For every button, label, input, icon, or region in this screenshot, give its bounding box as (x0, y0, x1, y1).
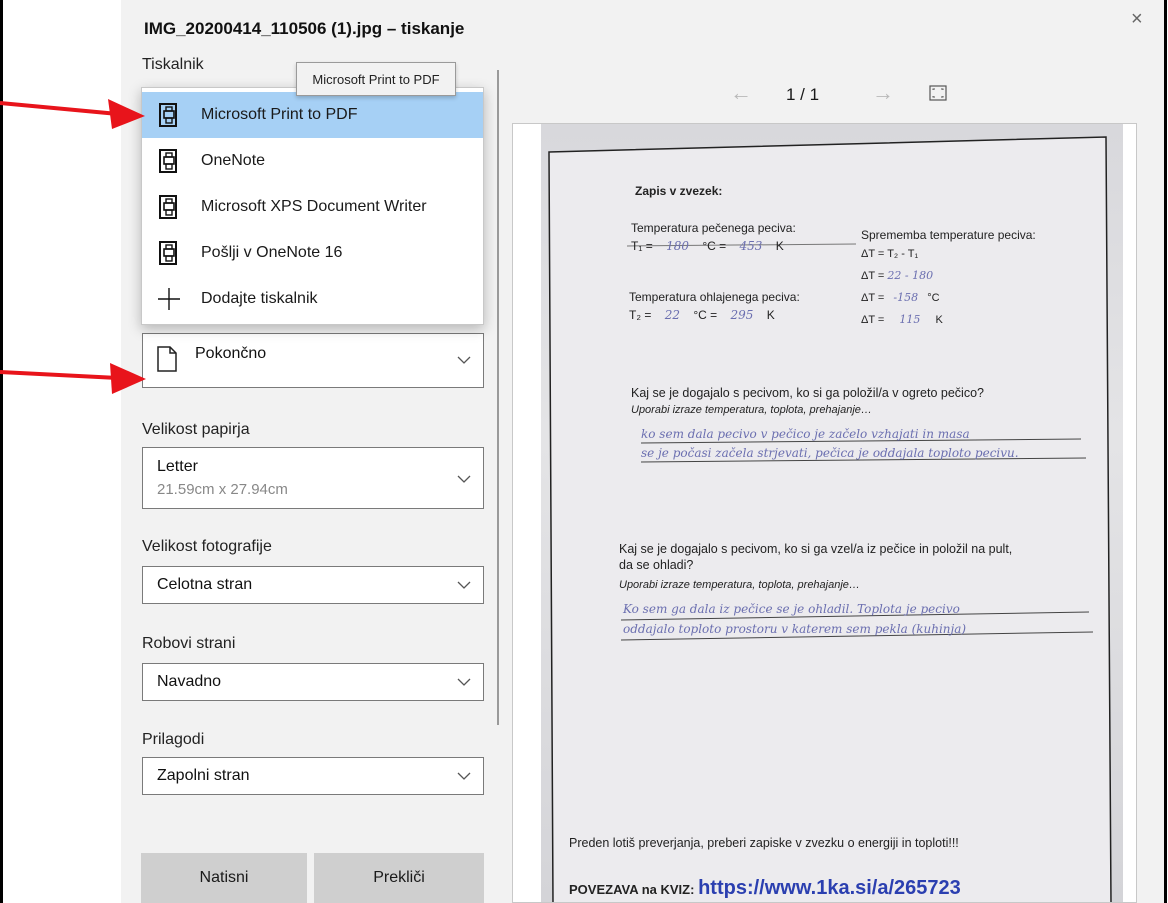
printer-option-label: Pošlji v OneNote 16 (201, 244, 343, 261)
printer-option-label: Microsoft XPS Document Writer (201, 198, 427, 215)
doc-dt-line1: ΔT = 22 - 180 (861, 269, 934, 282)
printer-icon (155, 147, 183, 175)
printer-option-xps-writer[interactable]: Microsoft XPS Document Writer (142, 184, 483, 230)
close-icon[interactable]: × (1131, 8, 1143, 31)
chevron-down-icon (457, 353, 471, 367)
doc-answer-2-line-2: oddajalo toploto prostoru v katerem sem … (623, 622, 967, 636)
printer-option-onenote[interactable]: OneNote (142, 138, 483, 184)
paper-size-dimensions: 21.59cm x 27.94cm (157, 481, 288, 498)
fit-value: Zapolni stran (157, 767, 250, 784)
printer-icon (155, 239, 183, 267)
doc-quiz-link: POVEZAVA na KVIZ: https://www.1ka.si/a/2… (569, 877, 961, 899)
doc-t2-label: Temperatura ohlajenega peciva: (629, 290, 800, 304)
settings-scrollbar[interactable] (497, 70, 499, 725)
right-border (1164, 0, 1167, 903)
chevron-down-icon (457, 769, 471, 783)
paper-size-label: Velikost papirja (142, 421, 250, 438)
printer-option-label: Microsoft Print to PDF (201, 106, 358, 123)
doc-answer-1-line-1: ko sem dala pecivo v pečico je začelo vz… (641, 427, 970, 441)
doc-question-2-line-2: da se ohladi? (619, 558, 694, 572)
margins-value: Navadno (157, 673, 222, 690)
photo-size-label: Velikost fotografije (142, 538, 272, 555)
doc-change-label: Sprememba temperature peciva: (861, 228, 1036, 242)
add-printer-option[interactable]: Dodajte tiskalnik (142, 276, 483, 322)
doc-heading: Zapis v zvezek: (635, 184, 723, 198)
chevron-down-icon (457, 472, 471, 486)
printer-label: Tiskalnik (142, 56, 204, 73)
doc-footer-note: Preden lotiš preverjanja, preberi zapisk… (569, 836, 959, 850)
document-photo: Zapis v zvezek: Temperatura pečenega pec… (541, 124, 1123, 902)
doc-hint-2: Uporabi izraze temperatura, toplota, pre… (619, 579, 860, 591)
print-button[interactable]: Natisni (141, 853, 307, 903)
printer-icon (155, 193, 183, 221)
doc-answer-2-line-1: Ko sem ga dala iz pečice se je ohladil. … (623, 602, 960, 616)
doc-dt-formula: ΔT = T₂ - T₁ (861, 248, 919, 260)
doc-answer-1-line-2: se je počasi začela strjevati, pečica je… (641, 446, 1019, 460)
orientation-select[interactable]: Pokončno (142, 333, 484, 388)
doc-question-1: Kaj se je dogajalo s pecivom, ko si ga p… (631, 386, 984, 400)
printer-option-microsoft-print-to-pdf[interactable]: Microsoft Print to PDF (142, 92, 483, 138)
doc-t2-line: T₂ = 22 °C = 295 K (629, 308, 775, 322)
printer-tooltip: Microsoft Print to PDF (296, 62, 456, 96)
dialog-title: IMG_20200414_110506 (1).jpg – tiskanje (144, 19, 465, 38)
left-border (0, 0, 3, 903)
photo-size-select[interactable]: Celotna stran (142, 566, 484, 604)
margins-select[interactable]: Navadno (142, 663, 484, 701)
page-indicator: 1 / 1 (786, 85, 820, 104)
paper-size-value: Letter (157, 458, 198, 475)
doc-t1-line: T₁ = 180 °C = 453 K (631, 239, 784, 253)
cancel-button[interactable]: Prekliči (314, 853, 484, 903)
fit-label: Prilagodi (142, 731, 205, 748)
prev-page-icon[interactable]: ← (730, 80, 752, 106)
page-icon (157, 346, 177, 377)
add-printer-label: Dodajte tiskalnik (201, 290, 318, 307)
doc-dt-line2: ΔT = -158 °C (861, 291, 940, 304)
annotation-arrow-icon (0, 99, 145, 129)
chevron-down-icon (457, 578, 471, 592)
doc-hint-1: Uporabi izraze temperatura, toplota, pre… (631, 404, 872, 416)
margins-label: Robovi strani (142, 635, 236, 652)
print-preview: Zapis v zvezek: Temperatura pečenega pec… (512, 123, 1137, 903)
chevron-down-icon (457, 675, 471, 689)
doc-dt-line3: ΔT = 115 K (861, 313, 943, 326)
printer-option-send-to-onenote[interactable]: Pošlji v OneNote 16 (142, 230, 483, 276)
next-page-icon[interactable]: → (872, 80, 894, 106)
doc-t1-label: Temperatura pečenega peciva: (631, 221, 796, 235)
fit-select[interactable]: Zapolni stran (142, 757, 484, 795)
orientation-value: Pokončno (195, 345, 267, 362)
printer-dropdown: Microsoft Print to PDF OneNote Microsoft… (141, 87, 484, 325)
fit-to-window-icon[interactable] (929, 85, 947, 106)
printer-option-label: OneNote (201, 152, 266, 169)
doc-question-2-line-1: Kaj se je dogajalo s pecivom, ko si ga v… (619, 542, 1013, 556)
annotation-arrow-icon (0, 363, 146, 394)
photo-size-value: Celotna stran (157, 576, 253, 593)
plus-icon (155, 285, 183, 313)
paper-size-select[interactable]: Letter 21.59cm x 27.94cm (142, 447, 484, 509)
printer-icon (155, 101, 183, 129)
